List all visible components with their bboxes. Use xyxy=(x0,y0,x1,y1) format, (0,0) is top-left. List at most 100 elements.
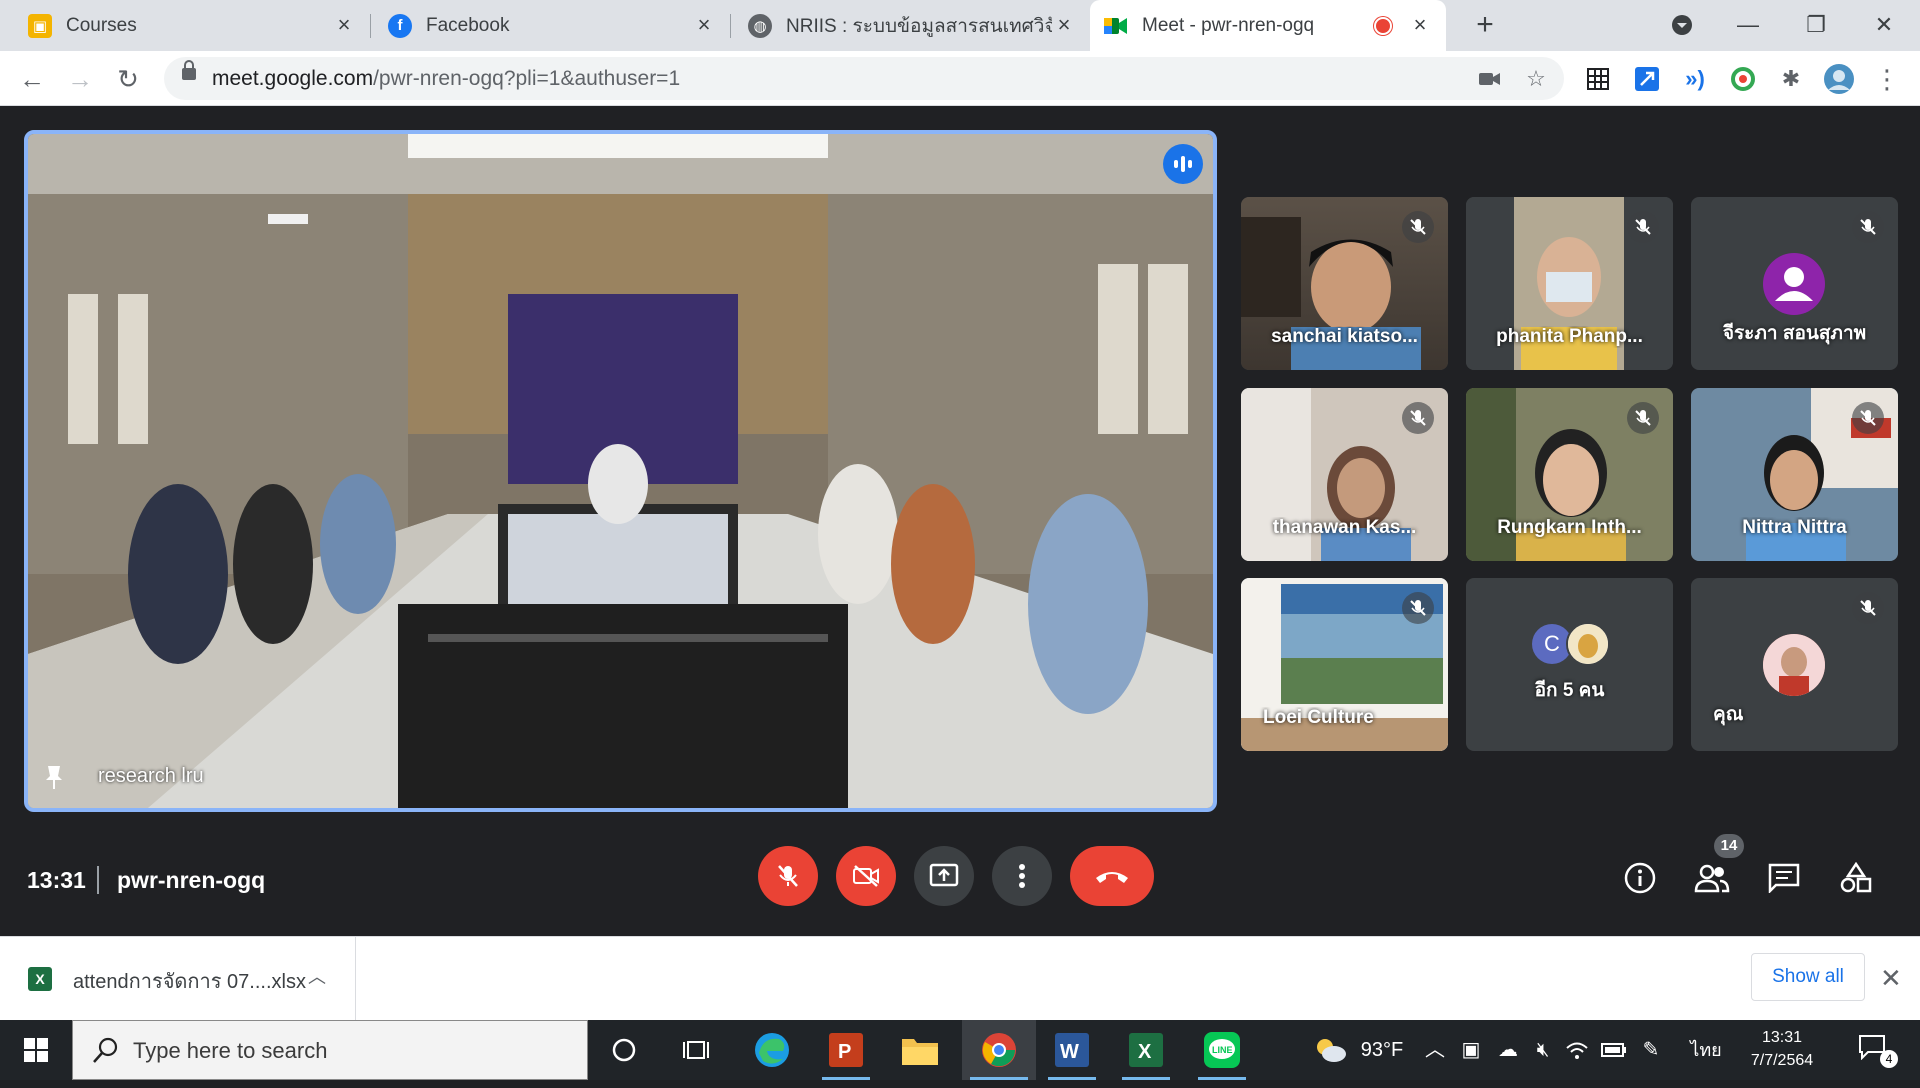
close-tab-icon[interactable]: × xyxy=(692,13,716,37)
muted-mic-icon xyxy=(1402,402,1434,434)
cortana-button[interactable] xyxy=(592,1020,656,1080)
new-tab-button[interactable]: + xyxy=(1468,9,1502,43)
tab-facebook[interactable]: f Facebook × xyxy=(374,0,730,51)
grammar-extension-icon[interactable] xyxy=(1728,64,1758,94)
file-explorer-taskbar-button[interactable] xyxy=(888,1020,952,1080)
tab-courses[interactable]: ▣ Courses × xyxy=(14,0,370,51)
participant-name: sanchai kiatso... xyxy=(1271,326,1418,347)
close-tab-icon[interactable]: × xyxy=(1408,13,1432,37)
present-screen-button[interactable] xyxy=(914,846,974,906)
weather-icon[interactable] xyxy=(1310,1020,1350,1080)
tab-title: Meet - pwr-nren-ogq xyxy=(1142,14,1315,36)
volume-muted-icon[interactable]: 🔇︎ xyxy=(1528,1020,1558,1080)
participant-name: Rungkarn Inth... xyxy=(1497,517,1642,538)
lock-icon[interactable] xyxy=(182,60,196,80)
edge-icon xyxy=(755,1033,789,1067)
download-file-name[interactable]: attendการจัดการ 07....xlsx xyxy=(73,965,306,997)
close-tab-icon[interactable]: × xyxy=(332,13,356,37)
back-button[interactable]: ← xyxy=(14,61,50,97)
clock-divider xyxy=(97,866,99,894)
self-tile[interactable]: คุณ xyxy=(1691,578,1898,751)
extensions-puzzle-icon[interactable]: ✱ xyxy=(1776,64,1806,94)
system-clock[interactable]: 13:31 7/7/2564 xyxy=(1734,1026,1830,1072)
microphone-toggle-button[interactable] xyxy=(758,846,818,906)
onedrive-cloud-icon[interactable]: ☁ xyxy=(1492,1020,1524,1080)
others-tile[interactable]: C อีก 5 คน xyxy=(1466,578,1673,751)
reload-button[interactable]: ↻ xyxy=(110,61,146,97)
show-all-downloads-button[interactable]: Show all xyxy=(1751,953,1865,1001)
mic-off-icon xyxy=(778,865,798,887)
taskbar-search-box[interactable]: Type here to search xyxy=(72,1020,588,1080)
participant-tile[interactable]: Loei Culture xyxy=(1241,578,1448,751)
camera-toggle-button[interactable] xyxy=(836,846,896,906)
chat-button[interactable] xyxy=(1764,858,1804,898)
camera-in-use-icon[interactable] xyxy=(1476,65,1504,93)
tab-nriis[interactable]: ◍ NRIIS : ระบบข้อมูลสารสนเทศวิจัยและนวัต… xyxy=(734,0,1090,51)
system-time: 13:31 xyxy=(1761,1029,1803,1046)
participants-button[interactable] xyxy=(1692,858,1732,898)
excel-taskbar-button[interactable]: X xyxy=(1114,1020,1178,1080)
read-aloud-extension-icon[interactable]: ») xyxy=(1680,64,1710,94)
tab-divider xyxy=(370,14,371,38)
more-options-button[interactable] xyxy=(992,846,1052,906)
tab-title: Courses xyxy=(66,14,137,36)
task-view-button[interactable] xyxy=(664,1020,728,1080)
meeting-details-button[interactable] xyxy=(1620,858,1660,898)
show-hidden-icons-chevron-icon[interactable]: ︿ xyxy=(1420,1020,1450,1080)
restore-window-icon[interactable]: ❐ xyxy=(1796,8,1836,42)
participant-tile[interactable]: จีระภา สอนสุภาพ xyxy=(1691,197,1898,370)
svg-text:P: P xyxy=(838,1041,851,1063)
participant-tile[interactable]: thanawan Kas... xyxy=(1241,388,1448,561)
close-shelf-icon[interactable]: ✕ xyxy=(1880,963,1902,994)
chrome-taskbar-button[interactable] xyxy=(962,1020,1036,1080)
tab-divider xyxy=(730,14,731,38)
courses-favicon-icon: ▣ xyxy=(28,13,52,38)
participant-tile[interactable]: phanita Phanp... xyxy=(1466,197,1673,370)
battery-icon[interactable] xyxy=(1598,1020,1630,1080)
leave-call-button[interactable] xyxy=(1070,846,1154,906)
line-taskbar-button[interactable]: LINE xyxy=(1190,1020,1254,1080)
start-button[interactable] xyxy=(0,1020,72,1080)
wifi-icon[interactable] xyxy=(1562,1020,1592,1080)
pen-workspace-icon[interactable]: ✎ xyxy=(1636,1020,1666,1080)
participant-tile[interactable]: Nittra Nittra xyxy=(1691,388,1898,561)
task-view-icon xyxy=(683,1041,709,1059)
url-text[interactable]: meet.google.com/pwr-nren-ogq?pli=1&authu… xyxy=(212,57,680,100)
activities-button[interactable] xyxy=(1836,858,1876,898)
line-app-icon: LINE xyxy=(1204,1032,1240,1068)
weather-temperature[interactable]: 93°F xyxy=(1352,1020,1412,1080)
muted-mic-icon xyxy=(1852,402,1884,434)
svg-text:X: X xyxy=(1138,1041,1152,1063)
participant-tile[interactable]: sanchai kiatso... xyxy=(1241,197,1448,370)
word-taskbar-button[interactable]: W xyxy=(1040,1020,1104,1080)
close-window-icon[interactable]: ✕ xyxy=(1864,8,1904,42)
tab-search-icon[interactable] xyxy=(1662,8,1702,42)
close-tab-icon[interactable]: × xyxy=(1052,13,1076,37)
chrome-menu-icon[interactable]: ⋮ xyxy=(1872,64,1902,94)
main-video-tile[interactable]: research lru xyxy=(24,130,1217,812)
download-item[interactable]: X attendการจัดการ 07....xlsx ︿ xyxy=(0,937,356,1021)
tab-meet[interactable]: Meet - pwr-nren-ogq × xyxy=(1090,0,1446,51)
forward-button[interactable]: → xyxy=(62,61,98,97)
participant-tile[interactable]: Rungkarn Inth... xyxy=(1466,388,1673,561)
word-icon: W xyxy=(1055,1033,1089,1067)
input-language-indicator[interactable]: ไทย xyxy=(1686,1020,1726,1080)
pin-icon[interactable] xyxy=(44,764,64,790)
search-placeholder: Type here to search xyxy=(133,1038,328,1063)
apps-grid-icon[interactable] xyxy=(1583,64,1613,94)
conference-room-video xyxy=(28,134,1213,808)
hang-up-icon xyxy=(1096,872,1128,883)
participant-avatar xyxy=(1763,253,1825,315)
participant-count-badge: 14 xyxy=(1714,834,1744,858)
chevron-up-icon[interactable]: ︿ xyxy=(308,963,326,989)
powerpoint-taskbar-button[interactable]: P xyxy=(814,1020,878,1080)
screen-capture-extension-icon[interactable] xyxy=(1632,64,1662,94)
minimize-window-icon[interactable]: — xyxy=(1728,8,1768,42)
windows-taskbar: Type here to search P W X LINE 93°F ︿ ▣ … xyxy=(0,1020,1920,1080)
bookmark-star-icon[interactable]: ☆ xyxy=(1522,65,1550,93)
profile-avatar[interactable] xyxy=(1824,64,1854,94)
camera-off-icon xyxy=(853,865,879,887)
tray-app-icon[interactable]: ▣ xyxy=(1456,1020,1486,1080)
address-bar[interactable]: meet.google.com/pwr-nren-ogq?pli=1&authu… xyxy=(164,57,1564,100)
edge-taskbar-button[interactable] xyxy=(740,1020,804,1080)
